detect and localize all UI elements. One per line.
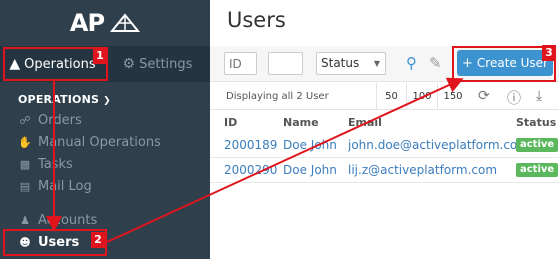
- table-row[interactable]: 2000189 Doe John I john.doe@activeplatfo…: [210, 133, 559, 158]
- sidebar-item-orders[interactable]: ☍ Orders: [18, 110, 82, 130]
- row-name[interactable]: Doe John I: [283, 138, 341, 152]
- sidebar-item-label: Orders: [38, 112, 82, 128]
- create-user-button[interactable]: + Create User: [457, 50, 553, 76]
- sidebar-item-label: Tasks: [38, 156, 73, 172]
- row-id[interactable]: 2000189: [224, 138, 277, 152]
- sidebar-item-tasks[interactable]: ▩ Tasks: [18, 154, 73, 174]
- callout-number-1: 1: [93, 48, 107, 64]
- id-filter-input[interactable]: [224, 52, 257, 75]
- chevron-down-icon: ❯: [103, 96, 111, 106]
- sidebar-item-users[interactable]: ☻ Users: [18, 232, 79, 252]
- bag-icon: ▲: [9, 56, 21, 72]
- page-title: Users: [227, 8, 286, 32]
- column-header-status[interactable]: Status: [516, 116, 556, 129]
- hand-icon: ✋: [18, 135, 32, 149]
- briefcase-icon: ▩: [19, 157, 31, 171]
- help-icon[interactable]: ⓘ: [507, 88, 521, 108]
- pager-bar: Displaying all 2 User 50 100 150 ⟳ ⓘ ⤓: [210, 83, 559, 110]
- status-select-value: Status: [321, 56, 360, 70]
- sidebar-item-label: Mail Log: [38, 178, 92, 194]
- sidebar-item-manual-operations[interactable]: ✋ Manual Operations: [18, 132, 161, 152]
- document-icon: ▤: [19, 179, 31, 193]
- tab-settings[interactable]: ⚙ Settings: [105, 46, 210, 82]
- sidebar: AP ▲ Operations ⚙ Settings OPERATIONS ❯ …: [0, 0, 210, 259]
- sidebar-item-mail-log[interactable]: ▤ Mail Log: [18, 176, 92, 196]
- tab-settings-label: Settings: [139, 56, 193, 72]
- refresh-icon[interactable]: ⟳: [478, 88, 490, 104]
- users-icon: ☻: [19, 235, 31, 249]
- tab-operations-label: Operations: [24, 56, 96, 72]
- sidebar-item-label: Accounts: [38, 212, 98, 228]
- secondary-filter-input[interactable]: [268, 52, 303, 75]
- pager-summary: Displaying all 2 User: [226, 91, 329, 102]
- callout-number-2: 2: [91, 232, 105, 248]
- status-badge: active: [516, 163, 559, 177]
- column-header-email[interactable]: Email: [348, 116, 382, 129]
- page-size-label: 50: [385, 91, 398, 102]
- status-filter-select[interactable]: Status ▼: [316, 52, 386, 75]
- clear-filter-icon[interactable]: ✎: [429, 54, 442, 72]
- main-content: Users Status ▼ ⚲ ✎ + Create User Display…: [210, 0, 559, 259]
- column-header-id[interactable]: ID: [224, 116, 237, 129]
- cart-icon: ☍: [19, 113, 31, 127]
- row-email[interactable]: lij.z@activeplatform.com: [348, 163, 497, 177]
- create-user-label: Create User: [476, 56, 548, 70]
- sidebar-item-label: Manual Operations: [38, 134, 161, 150]
- column-header-name[interactable]: Name: [283, 116, 319, 129]
- caret-down-icon: ▼: [373, 59, 380, 68]
- gear-icon: ⚙: [122, 56, 136, 72]
- page-size-label: 100: [412, 91, 432, 102]
- section-title-operations[interactable]: OPERATIONS ❯: [18, 93, 111, 106]
- accounts-icon: ♟: [20, 213, 30, 227]
- logo[interactable]: AP: [0, 0, 210, 46]
- row-email[interactable]: john.doe@activeplatform.com: [348, 138, 529, 152]
- download-icon[interactable]: ⤓: [536, 88, 542, 104]
- logo-text: AP: [69, 9, 105, 37]
- logo-mark-icon: [110, 13, 141, 32]
- callout-number-3: 3: [542, 45, 556, 61]
- tab-operations[interactable]: ▲ Operations: [0, 46, 105, 82]
- sidebar-item-label: Users: [38, 234, 80, 250]
- row-id[interactable]: 2000290: [224, 163, 277, 177]
- page-size-150[interactable]: 150: [437, 83, 468, 110]
- row-name[interactable]: Doe John: [283, 163, 341, 177]
- status-badge: active: [516, 138, 559, 152]
- sidebar-item-accounts[interactable]: ♟ Accounts: [18, 210, 97, 230]
- table-row[interactable]: 2000290 Doe John lij.z@activeplatform.co…: [210, 158, 559, 183]
- plus-icon: +: [462, 55, 473, 71]
- search-icon[interactable]: ⚲: [406, 54, 417, 72]
- page-size-100[interactable]: 100: [406, 83, 437, 110]
- page-size-label: 150: [443, 91, 463, 102]
- page-size-50[interactable]: 50: [376, 83, 406, 110]
- section-title-label: OPERATIONS: [18, 93, 100, 106]
